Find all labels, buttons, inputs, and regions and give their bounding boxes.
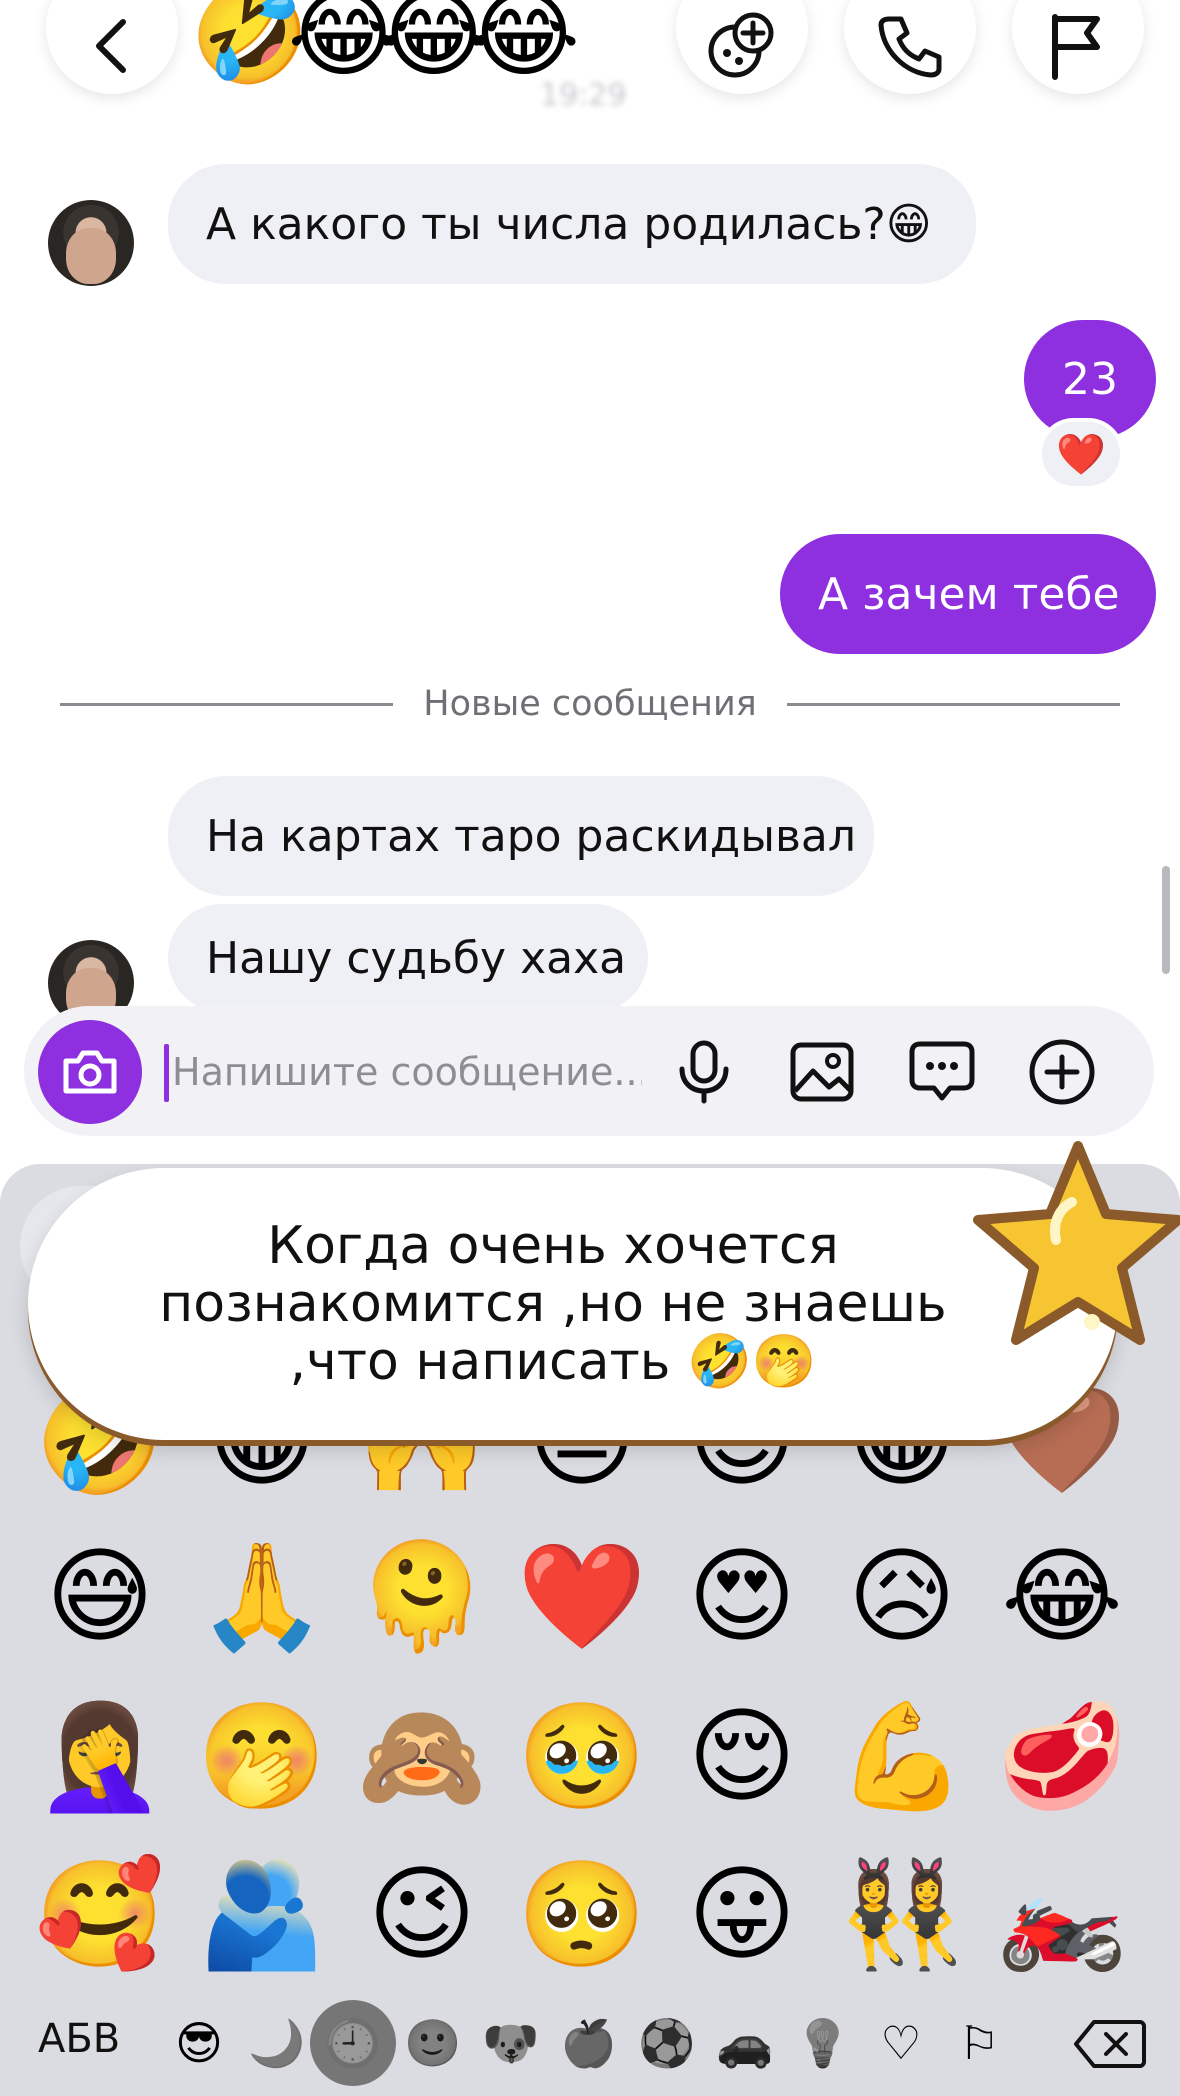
- abc-keyboard-switch[interactable]: АБВ: [38, 2016, 120, 2062]
- reaction-badge[interactable]: ❤️: [1038, 418, 1124, 490]
- emoji-key[interactable]: 😥: [832, 1526, 972, 1666]
- camera-icon: [63, 1050, 117, 1094]
- camera-button[interactable]: [38, 1020, 142, 1124]
- emoji-key[interactable]: 👯‍♀️: [832, 1844, 972, 1984]
- game-button[interactable]: [676, 0, 808, 94]
- category-travel-icon[interactable]: 🚗: [712, 2010, 778, 2076]
- header-time: 19:29: [540, 78, 627, 113]
- plus-circle-icon: [1029, 1039, 1095, 1105]
- message-composer: [24, 1006, 1154, 1136]
- divider-label: Новые сообщения: [423, 684, 757, 724]
- more-button[interactable]: [1026, 1036, 1098, 1108]
- emoji-key[interactable]: 🫠: [352, 1526, 492, 1666]
- outgoing-message[interactable]: А зачем тебе: [780, 534, 1156, 654]
- category-moon-icon[interactable]: 🌙: [244, 2010, 310, 2076]
- divider-line: [60, 702, 394, 706]
- caption-sticker: Когда очень хочется познакомится ,но не …: [28, 1168, 1118, 1440]
- emoji-key[interactable]: 😍: [672, 1526, 812, 1666]
- category-flags-icon[interactable]: ⚐: [946, 2010, 1012, 2076]
- call-button[interactable]: [844, 0, 976, 94]
- category-face-icon[interactable]: 🙂: [400, 2010, 466, 2076]
- incoming-message[interactable]: Нашу судьбу хаха: [168, 904, 648, 1012]
- emoji-key[interactable]: 🏍️: [992, 1844, 1132, 1984]
- phone-icon: [878, 16, 942, 78]
- chat-screen: 🤣😂😂😂 19:29 А какого ты числа родилась?😁 …: [0, 0, 1180, 2096]
- dice-plus-icon: [708, 12, 774, 78]
- voice-button[interactable]: [668, 1036, 740, 1108]
- incoming-message[interactable]: А какого ты числа родилась?😁: [168, 164, 976, 284]
- gallery-button[interactable]: [786, 1036, 858, 1108]
- scrollbar[interactable]: [1162, 866, 1170, 974]
- emoji-key[interactable]: 🤭: [192, 1686, 332, 1826]
- chat-bubble-dots-icon: [909, 1041, 975, 1101]
- chat-title[interactable]: 🤣😂😂😂: [190, 0, 580, 91]
- emoji-key[interactable]: 😌: [672, 1686, 812, 1826]
- sticker-caption: Когда очень хочется познакомится ,но не …: [159, 1216, 947, 1392]
- image-icon: [790, 1042, 854, 1102]
- emoji-key[interactable]: 😉: [352, 1844, 492, 1984]
- category-activity-icon[interactable]: ⚽: [634, 2010, 700, 2076]
- emoji-key[interactable]: 🥹: [512, 1686, 652, 1826]
- category-smileys-icon[interactable]: 😎: [166, 2010, 232, 2076]
- flag-icon: [1052, 14, 1100, 80]
- emoji-key[interactable]: 🙈: [352, 1686, 492, 1826]
- emoji-key[interactable]: ❤️: [512, 1526, 652, 1666]
- category-objects-icon[interactable]: 💡: [790, 2010, 856, 2076]
- emoji-key[interactable]: 😂: [992, 1526, 1132, 1666]
- emoji-key[interactable]: 🥰: [30, 1844, 170, 1984]
- back-button[interactable]: [46, 0, 178, 94]
- category-food-icon[interactable]: 🍏: [556, 2010, 622, 2076]
- divider-line: [786, 702, 1120, 706]
- emoji-key[interactable]: 🙏: [192, 1526, 332, 1666]
- chevron-left-icon: [96, 19, 126, 73]
- quick-replies-button[interactable]: [906, 1036, 978, 1108]
- emoji-key[interactable]: 😛: [672, 1844, 812, 1984]
- message-input[interactable]: [172, 1036, 642, 1108]
- report-button[interactable]: [1012, 0, 1144, 94]
- incoming-message[interactable]: На картах таро раскидывал: [168, 776, 874, 896]
- emoji-key[interactable]: 🤦‍♀️: [30, 1686, 170, 1826]
- category-recent-icon[interactable]: 🕘: [310, 2000, 396, 2086]
- emoji-key[interactable]: 💪: [832, 1686, 972, 1826]
- backspace-icon[interactable]: [1074, 2018, 1146, 2070]
- text-caret: [164, 1044, 169, 1102]
- avatar[interactable]: [48, 200, 134, 286]
- emoji-key[interactable]: 😅: [30, 1526, 170, 1666]
- emoji-key[interactable]: 🥺: [512, 1844, 652, 1984]
- category-animals-icon[interactable]: 🐶: [478, 2010, 544, 2076]
- microphone-icon: [679, 1040, 729, 1104]
- emoji-category-bar: АБВ 😎 🌙 🕘 🙂 🐶 🍏 ⚽ 🚗 💡 ♡ ⚐: [0, 1994, 1180, 2094]
- new-messages-divider: Новые сообщения: [60, 684, 1120, 724]
- star-sticker-icon: [973, 1141, 1180, 1345]
- category-symbols-icon[interactable]: ♡: [868, 2010, 934, 2076]
- emoji-key[interactable]: 🫂: [192, 1844, 332, 1984]
- chat-header: 🤣😂😂😂 19:29: [0, 0, 1180, 150]
- emoji-key[interactable]: 🥩: [992, 1686, 1132, 1826]
